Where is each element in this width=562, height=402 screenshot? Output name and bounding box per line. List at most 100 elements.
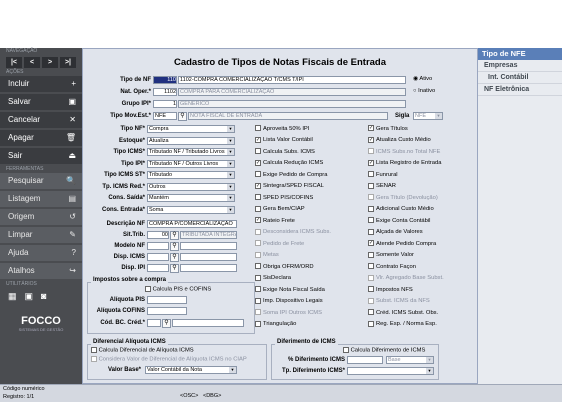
salvar-button[interactable]: Salvar ▣	[0, 94, 82, 110]
checkbox-option[interactable]: Gera Bem/CIAP	[255, 205, 305, 212]
checkbox-option[interactable]: SisDeclara	[255, 274, 291, 281]
checkbox-option[interactable]: Impostos NFS	[368, 286, 413, 293]
checkbox-option[interactable]: ✓ Atualiza Custo Médio	[368, 136, 431, 143]
atalhos-button[interactable]: Atalhos ↪	[0, 263, 82, 279]
calc-pis-checkbox[interactable]: Calcula PIS e COFINS	[145, 286, 211, 293]
checkbox-option[interactable]: ✓ Rateio Frete	[255, 217, 295, 224]
incluir-button[interactable]: Incluir +	[0, 76, 82, 92]
calendar-icon[interactable]: ▣	[25, 291, 34, 302]
tipo-mov-search-icon[interactable]: ⚲	[178, 112, 187, 121]
checkbox-unchecked	[368, 274, 374, 281]
checkbox-option[interactable]: Imp. Dispositivo Legais	[255, 297, 323, 304]
grupo-ipi-code-input[interactable]: 1	[153, 100, 177, 108]
ativo-radio[interactable]: ◉ Ativo	[413, 76, 432, 82]
checkbox-option[interactable]: ✓ Calcula Redução ICMS	[255, 159, 323, 166]
base-select[interactable]: Base ▼	[386, 356, 434, 364]
checkbox-label: Exige Nota Fiscal Saída	[263, 286, 325, 293]
origem-button[interactable]: Origem ↺	[0, 209, 82, 225]
sigla-select[interactable]: NFE ▼	[413, 112, 443, 120]
cancelar-button[interactable]: Cancelar ✕	[0, 112, 82, 128]
tipo-nf-desc-input[interactable]: 1102-COMPRA COMERCIALIZAÇÃO T/CMS T/IPI	[178, 76, 406, 84]
right-panel-item-empresas[interactable]: Empresas	[478, 60, 562, 72]
valor-base-select[interactable]: Valor Contábil da Nota ▼	[145, 366, 237, 374]
chevron-down-icon: ▼	[227, 126, 234, 132]
cod-bc-search-icon[interactable]: ⚲	[162, 319, 171, 328]
first-record-button[interactable]: |<	[6, 57, 22, 68]
modelo-nf-search-icon[interactable]: ⚲	[170, 242, 179, 251]
last-record-button[interactable]: >|	[60, 57, 76, 68]
inativo-radio[interactable]: ○ Inativo	[413, 88, 435, 94]
row-select[interactable]: Soma ▼	[147, 205, 235, 214]
descricao-input[interactable]: COMPRA P/COMERCIALIZAÇÃO	[147, 220, 237, 228]
camera-icon[interactable]: ◙	[41, 291, 46, 302]
tipo-mov-code-input[interactable]: NFE	[153, 112, 177, 120]
checkbox-label: Triangulação	[263, 321, 297, 328]
checkbox-option[interactable]: Exige Conta Contábil	[368, 217, 430, 224]
checkbox-option[interactable]: Gera Título (Devolução)	[368, 194, 438, 201]
modelo-nf-input[interactable]	[147, 242, 169, 250]
checkbox-option[interactable]: Obriga OFRM/ORD	[255, 263, 314, 270]
sit-trib-code-input[interactable]: 00	[147, 231, 169, 239]
disp-ipi-search-icon[interactable]: ⚲	[170, 264, 179, 273]
checkbox-option[interactable]: Alçada de Valores	[368, 228, 423, 235]
previous-record-button[interactable]: <	[24, 57, 40, 68]
row-select[interactable]: Tributado NF / Tributado Livros ▼	[147, 148, 235, 156]
sit-trib-search-icon[interactable]: ⚲	[170, 231, 179, 240]
disp-ipi-input[interactable]	[147, 264, 169, 272]
checkbox-option[interactable]: ✓ Atende Pedido Compra	[368, 240, 436, 247]
right-panel-header[interactable]: Tipo de NFE	[478, 48, 562, 60]
aliq-pis-input[interactable]	[147, 296, 187, 304]
checkbox-option[interactable]: ✓ Sintegra/SPED FISCAL	[255, 182, 324, 189]
apagar-button[interactable]: Apagar 🗑	[0, 130, 82, 146]
checkbox-option[interactable]: Soma IPI Outros ICMS	[255, 309, 322, 316]
checkbox-option[interactable]: Somente Valor	[368, 251, 414, 258]
document-icon[interactable]: ▦	[8, 291, 17, 302]
cod-bc-input[interactable]	[147, 319, 161, 327]
checkbox-option[interactable]: Metas	[255, 251, 279, 258]
sair-button[interactable]: Sair ⏏	[0, 148, 82, 164]
tp-diferimento-select[interactable]: ▼	[347, 367, 434, 375]
checkbox-option[interactable]: Reg. Esp. / Norma Esp.	[368, 320, 437, 327]
listagem-button[interactable]: Listagem ▤	[0, 191, 82, 207]
checkbox-option[interactable]: Aproveita 50% IPI	[255, 125, 309, 132]
checkbox-option[interactable]: Pedido de Frete	[255, 240, 304, 247]
checkbox-option[interactable]: Triangulação	[255, 320, 297, 328]
pct-diferimento-input[interactable]	[347, 356, 383, 364]
row-select[interactable]: Mantém ▼	[147, 194, 235, 202]
row-select[interactable]: Compra ▼	[147, 125, 235, 133]
pesquisar-button[interactable]: Pesquisar 🔍	[0, 173, 82, 189]
checkbox-option[interactable]: SENAR	[368, 182, 396, 189]
aliq-cofins-input[interactable]	[147, 307, 187, 315]
def-calc-checkbox[interactable]: Calcula Diferimento de ICMS	[343, 347, 425, 354]
dif-cons-checkbox[interactable]: Considera Valor de Diferencial de Alíquo…	[91, 356, 247, 363]
checkbox-option[interactable]: ICMS Subs.no Total NFE	[368, 148, 440, 155]
checkbox-option[interactable]: ✓ Lista Valor Contábil	[255, 136, 313, 143]
disp-icms-search-icon[interactable]: ⚲	[170, 253, 179, 262]
row-select[interactable]: Tributado NF / Outros Livros ▼	[147, 159, 235, 168]
row-select[interactable]: Atualiza ▼	[147, 136, 235, 145]
checkbox-option[interactable]: SPED PIS/COFINS	[255, 194, 313, 201]
ajuda-button[interactable]: Ajuda?	[0, 245, 82, 261]
checkbox-option[interactable]: Desconsidera ICMS Subs.	[255, 228, 331, 235]
tipo-nf-code-input[interactable]: 110	[153, 76, 177, 84]
checkbox-option[interactable]: Exige Pedido de Compra	[255, 171, 327, 178]
right-panel-item-int-contabil[interactable]: Int. Contábil	[478, 72, 562, 84]
right-panel-item-nf-eletronica[interactable]: NF Eletrônica	[478, 84, 562, 96]
checkbox-option[interactable]: Adicional Custo Médio	[368, 205, 434, 212]
disp-icms-input[interactable]	[147, 253, 169, 261]
limpar-button[interactable]: Limpar ✎	[0, 227, 82, 243]
checkbox-option[interactable]: Funrural	[368, 171, 398, 178]
checkbox-option[interactable]: Contrato Façon	[368, 263, 416, 270]
checkbox-option[interactable]: Exige Nota Fiscal Saída	[255, 286, 325, 293]
checkbox-option[interactable]: Vlr. Agregado Base Subst.	[368, 274, 444, 281]
checkbox-option[interactable]: ✓ Lista Registro de Entrada	[368, 159, 441, 166]
checkbox-option[interactable]: Subst. ICMS da NFS	[368, 297, 430, 304]
dif-calc-checkbox[interactable]: Calcula Diferencial de Alíquota ICMS	[91, 347, 194, 354]
row-select[interactable]: Outros ▼	[147, 182, 235, 191]
row-select[interactable]: Tributado ▼	[147, 171, 235, 179]
next-record-button[interactable]: >	[42, 57, 58, 68]
checkbox-option[interactable]: Créd. ICMS Subst. Obs.	[368, 309, 438, 316]
nat-oper-code-input[interactable]: 1102	[153, 88, 177, 96]
checkbox-option[interactable]: Calcula Subs. ICMS	[255, 148, 315, 155]
checkbox-option[interactable]: ✓ Gera Títulos	[368, 125, 408, 132]
